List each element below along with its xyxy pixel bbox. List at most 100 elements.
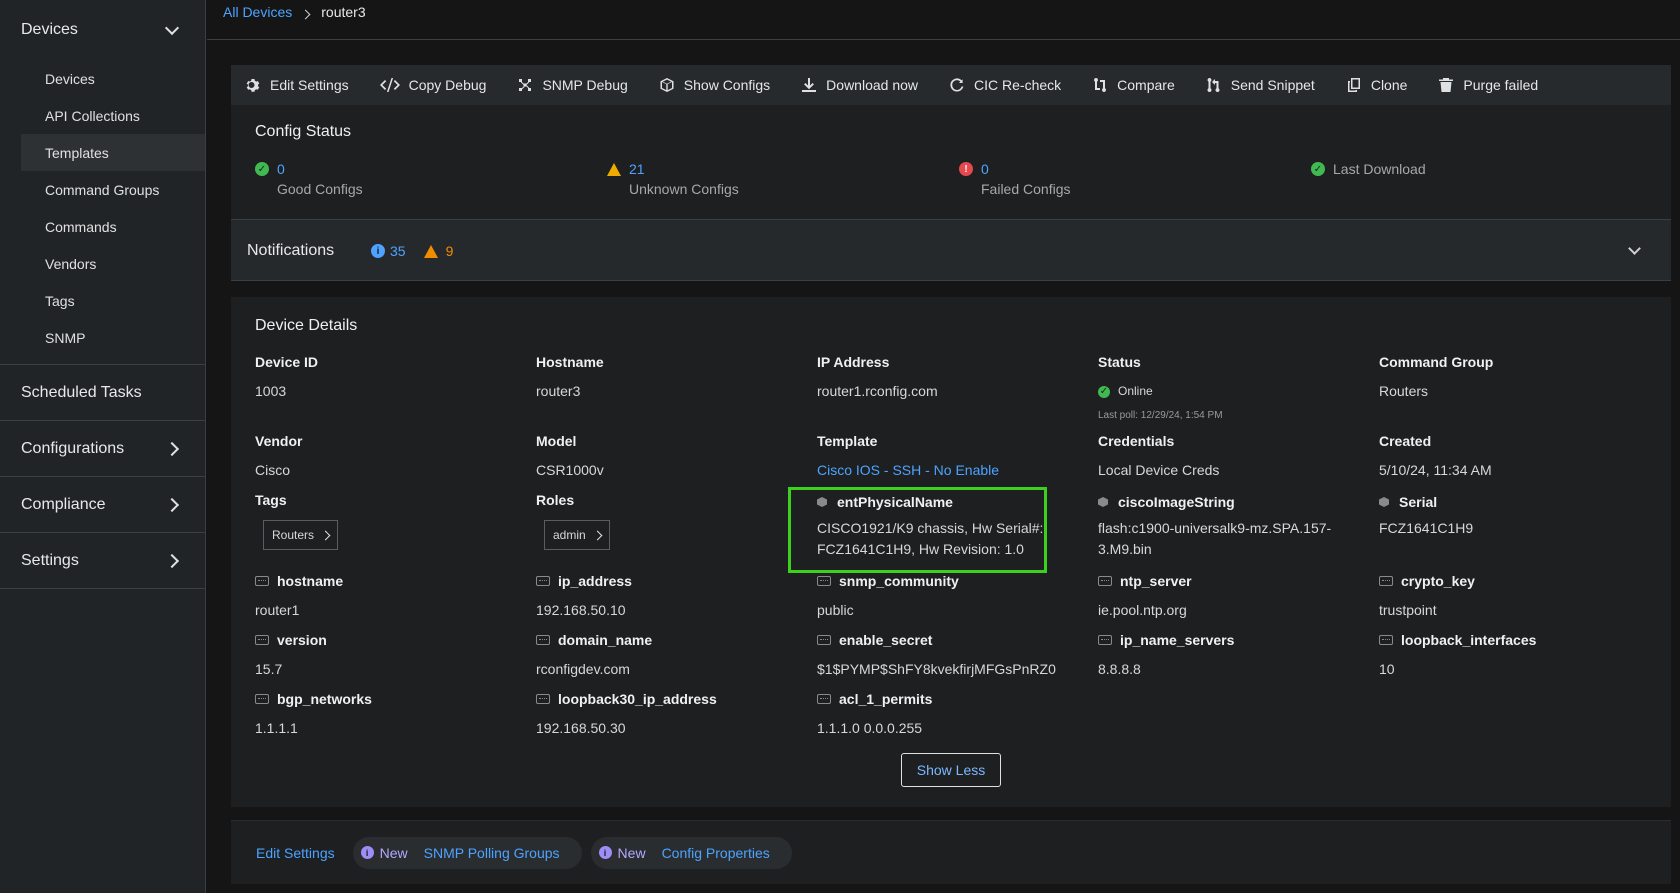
field-label: ip_name_servers (1098, 632, 1358, 648)
sidebar-item-snmp[interactable]: SNMP (21, 319, 205, 356)
tag-chip[interactable]: Routers (263, 520, 339, 550)
pill-label: SNMP Polling Groups (423, 844, 560, 861)
variable-icon (817, 635, 831, 645)
var-crypto-key-field: crypto_key trustpoint (1379, 573, 1639, 621)
purge-failed-button[interactable]: Purge failed (1438, 77, 1538, 93)
warning-badge: 9 (423, 243, 453, 259)
sidebar-section-settings[interactable]: Settings (0, 533, 205, 589)
snmp-polling-groups-pill[interactable]: i New SNMP Polling Groups (352, 836, 582, 869)
notifications-panel[interactable]: Notifications i 35 9 (231, 219, 1671, 281)
field-label: Device ID (255, 354, 319, 370)
field-label-text: ciscoImageString (1118, 494, 1235, 510)
download-now-button[interactable]: Download now (801, 77, 918, 93)
template-link[interactable]: Cisco IOS - SSH - No Enable (817, 460, 1077, 481)
field-label: Command Group (1379, 354, 1494, 370)
info-badge: i 35 (371, 243, 406, 259)
failed-configs-stat[interactable]: ! 0 Failed Configs (959, 161, 1071, 197)
field-label-text: domain_name (558, 632, 653, 648)
unknown-configs-stat[interactable]: 21 Unknown Configs (607, 161, 739, 197)
compare-button[interactable]: Compare (1092, 77, 1175, 93)
sidebar-item-vendors[interactable]: Vendors (21, 245, 205, 282)
var-snmp-community-field: snmp_community public (817, 573, 1077, 621)
var-enable-secret-field: enable_secret $1$PYMP$ShFY8kvekfirjMFGsP… (817, 632, 1077, 680)
field-value: Local Device Creds (1098, 462, 1220, 478)
warning-icon (607, 162, 621, 176)
sidebar-item-commands[interactable]: Commands (21, 208, 205, 245)
variable-icon (536, 694, 550, 704)
breadcrumb-current: router3 (321, 4, 366, 20)
field-label: crypto_key (1379, 573, 1639, 589)
variable-icon (255, 635, 269, 645)
clone-label: Clone (1370, 77, 1408, 93)
info-icon: i (598, 846, 612, 859)
notification-badges: i 35 9 (371, 243, 453, 259)
field-label: Credentials (1098, 433, 1175, 449)
cic-recheck-button[interactable]: CIC Re-check (949, 77, 1061, 93)
field-label: ip_address (536, 573, 796, 589)
breadcrumb-all-devices[interactable]: All Devices (223, 4, 292, 20)
sidebar-section-scheduled-tasks[interactable]: Scheduled Tasks (0, 365, 205, 421)
footer-edit-settings-link[interactable]: Edit Settings (256, 845, 335, 861)
warning-icon (423, 244, 438, 258)
var-ntp-server-field: ntp_server ie.pool.ntp.org (1098, 573, 1358, 621)
sidebar-section-devices[interactable]: Devices (0, 0, 205, 60)
field-label: loopback_interfaces (1379, 632, 1639, 648)
field-label: domain_name (536, 632, 796, 648)
new-badge: New (379, 844, 408, 861)
field-value: 1003 (255, 383, 287, 399)
pill-label: Config Properties (661, 844, 770, 861)
field-value: 15.7 (255, 661, 283, 677)
snmp-debug-button[interactable]: SNMP Debug (517, 77, 628, 93)
clone-button[interactable]: Clone (1346, 77, 1408, 93)
send-snippet-button[interactable]: Send Snippet (1206, 77, 1315, 93)
field-label-text: ntp_server (1120, 573, 1192, 589)
field-value: 5/10/24, 11:34 AM (1379, 462, 1492, 478)
cic-recheck-label: CIC Re-check (974, 77, 1062, 93)
field-value: $1$PYMP$ShFY8kvekfirjMFGsPnRZ0 (817, 661, 1056, 677)
sidebar-item-command-groups[interactable]: Command Groups (21, 171, 205, 208)
copy-debug-button[interactable]: Copy Debug (379, 77, 486, 93)
edit-settings-button[interactable]: Edit Settings (245, 77, 349, 93)
show-less-button[interactable]: Show Less (901, 753, 1001, 787)
status-field: Status ✓ Online Last poll: 12/29/24, 1:5… (1098, 354, 1358, 421)
status-value: ✓ Online (1098, 381, 1358, 402)
field-value: router1.rconfig.com (817, 383, 938, 399)
send-snippet-label: Send Snippet (1230, 77, 1315, 93)
field-value: Cisco (255, 462, 291, 478)
sidebar-item-templates[interactable]: Templates (21, 134, 205, 171)
variable-icon (1379, 576, 1393, 586)
sidebar-item-api-collections[interactable]: API Collections (21, 97, 205, 134)
field-label: acl_1_permits (817, 691, 1077, 707)
template-field: Template Cisco IOS - SSH - No Enable (817, 433, 1077, 481)
config-properties-pill[interactable]: i New Config Properties (590, 836, 792, 869)
sidebar-section-label: Configurations (21, 439, 125, 457)
chevron-down-icon[interactable] (1628, 242, 1641, 255)
field-value: 1.1.1.1 (255, 720, 298, 736)
breadcrumb: All Devices router3 (207, 0, 1680, 40)
field-label-text: Serial (1399, 494, 1438, 510)
sidebar-section-compliance[interactable]: Compliance (0, 477, 205, 533)
chevron-right-icon (300, 9, 311, 20)
edit-settings-label: Edit Settings (270, 77, 349, 93)
check-circle-icon: ✓ (255, 162, 269, 176)
credentials-field: Credentials Local Device Creds (1098, 433, 1358, 481)
sidebar-item-devices[interactable]: Devices (21, 60, 205, 97)
config-status-title: Config Status (255, 123, 352, 140)
new-badge: New (617, 844, 646, 861)
good-configs-stat[interactable]: ✓ 0 Good Configs (255, 161, 363, 197)
role-chip[interactable]: admin (544, 520, 610, 550)
last-download-stat: ✓ Last Download (1311, 161, 1426, 177)
network-icon (519, 79, 532, 91)
field-value: ie.pool.ntp.org (1098, 602, 1187, 618)
show-configs-label: Show Configs (683, 77, 771, 93)
variable-icon (536, 635, 550, 645)
var-version-field: version 15.7 (255, 632, 515, 680)
var-domain-name-field: domain_name rconfigdev.com (536, 632, 796, 680)
field-value: 192.168.50.30 (536, 720, 626, 736)
sidebar-item-tags[interactable]: Tags (21, 282, 205, 319)
config-status-panel: Config Status ✓ 0 Good Configs 21 Unknown… (231, 105, 1671, 219)
sidebar-section-configurations[interactable]: Configurations (0, 421, 205, 477)
check-circle-icon: ✓ (1311, 162, 1325, 176)
variable-icon (1098, 635, 1112, 645)
show-configs-button[interactable]: Show Configs (659, 77, 770, 93)
